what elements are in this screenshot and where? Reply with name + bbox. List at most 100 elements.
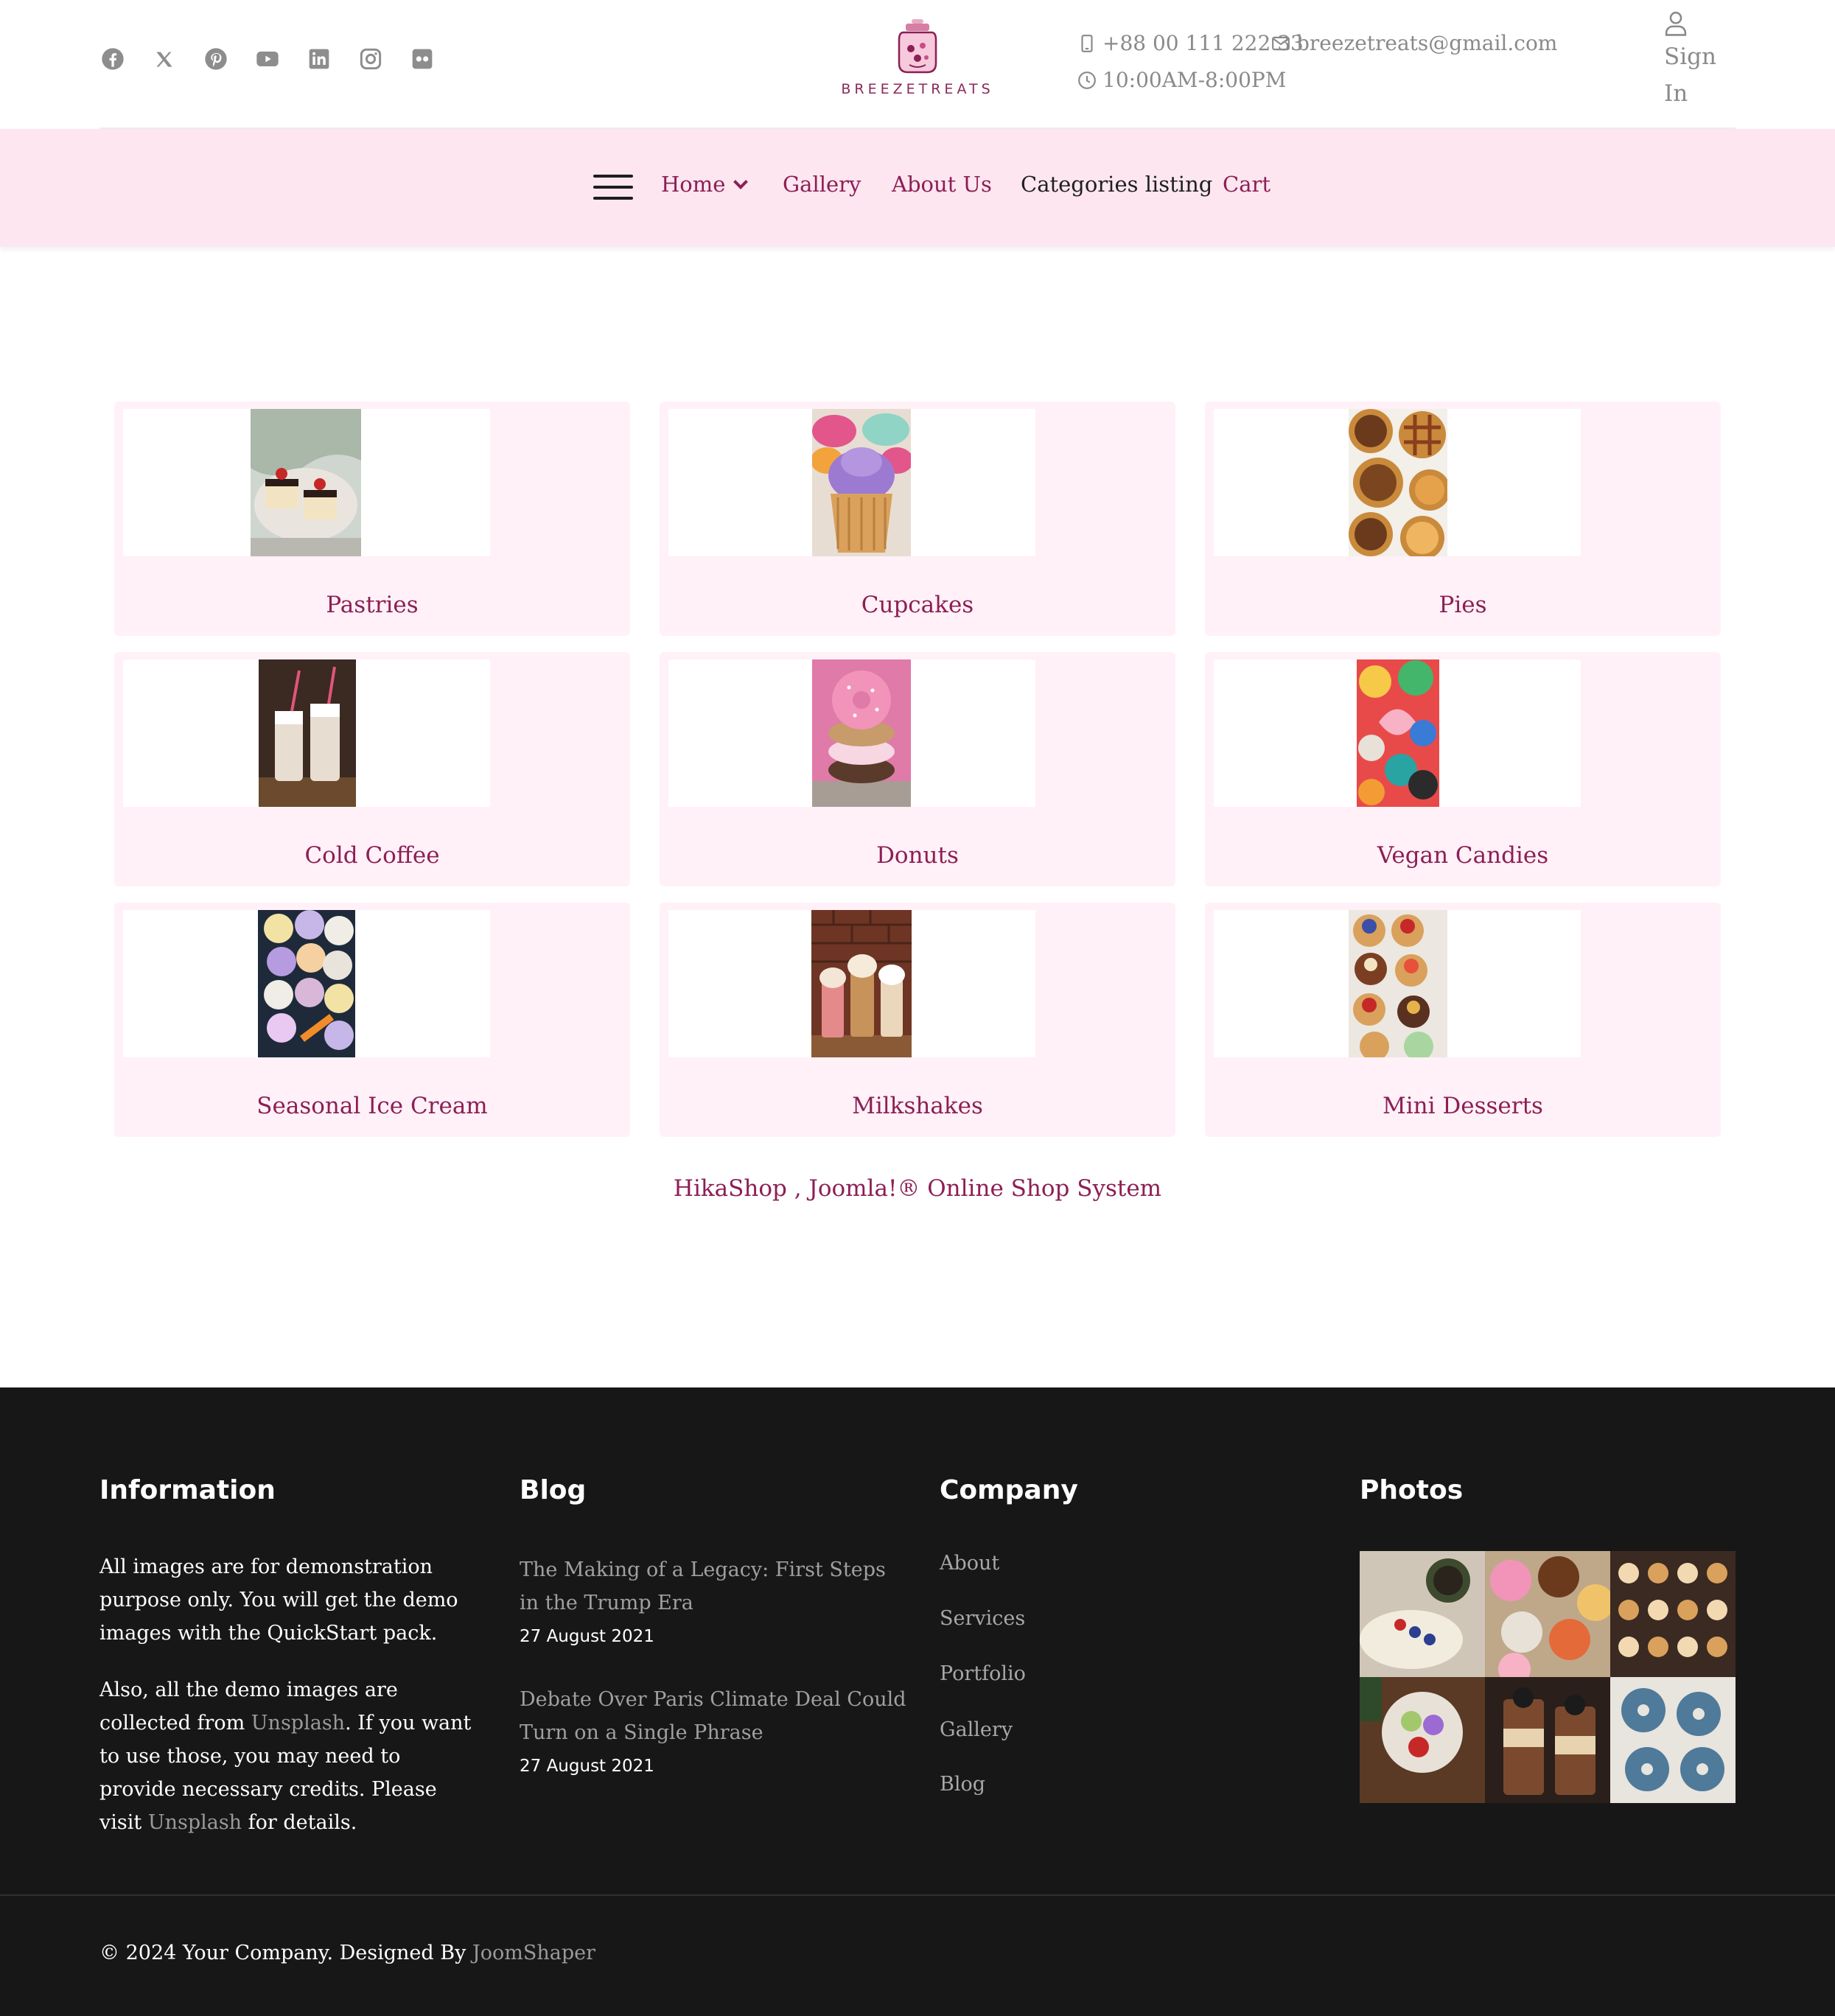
facebook-icon[interactable] — [99, 46, 126, 72]
category-label[interactable]: Seasonal Ice Cream — [114, 1093, 630, 1119]
logo-text: BREEZETREATS — [841, 81, 994, 97]
category-card-cupcakes[interactable]: Cupcakes — [660, 402, 1175, 636]
category-label[interactable]: Cupcakes — [660, 592, 1175, 618]
category-thumb-box — [668, 659, 1035, 807]
blog-post-date: 27 August 2021 — [520, 1627, 654, 1646]
company-link-services[interactable]: Services — [940, 1607, 1025, 1630]
photo-thumb[interactable] — [1610, 1551, 1736, 1677]
footer-information-title: Information — [99, 1475, 276, 1505]
company-link-about[interactable]: About — [940, 1552, 999, 1575]
category-card-pies[interactable]: Pies — [1205, 402, 1721, 636]
email-address: breezetreats@gmail.com — [1296, 31, 1558, 55]
category-card-mini-desserts[interactable]: Mini Desserts — [1205, 903, 1721, 1137]
copyright-text: © 2024 Your Company. Designed By JoomSha… — [99, 1942, 595, 1964]
category-label[interactable]: Donuts — [660, 842, 1175, 869]
pies-image[interactable] — [1349, 409, 1447, 556]
mobile-phone-icon — [1081, 34, 1093, 52]
cold-coffee-image[interactable] — [259, 659, 356, 807]
youtube-icon[interactable] — [254, 46, 281, 72]
hikashop-credit-link[interactable]: HikaShop , Joomla!® Online Shop System — [0, 1175, 1835, 1202]
cookie-jar-logo-icon — [898, 19, 937, 74]
linkedin-icon[interactable] — [306, 46, 332, 72]
footer-divider — [0, 1894, 1835, 1896]
category-card-seasonal-ice-cream[interactable]: Seasonal Ice Cream — [114, 903, 630, 1137]
top-header: BREEZETREATS +88 00 111 222 33 breezetre… — [0, 0, 1835, 129]
photo-thumb[interactable] — [1485, 1551, 1610, 1677]
site-footer: Information Blog Company Photos All imag… — [0, 1387, 1835, 2016]
unsplash-link[interactable]: Unsplash — [148, 1811, 242, 1834]
hamburger-menu-icon[interactable] — [593, 175, 633, 200]
copyright-prefix: © 2024 Your Company. Designed By — [99, 1942, 472, 1964]
photo-thumb[interactable] — [1360, 1551, 1485, 1677]
nav-item-categories-listing[interactable]: Categories listing — [1021, 172, 1212, 197]
blog-post-item: The Making of a Legacy: First Steps in t… — [520, 1553, 910, 1646]
nav-item-gallery[interactable]: Gallery — [783, 172, 861, 197]
footer-company-title: Company — [940, 1475, 1078, 1505]
category-label[interactable]: Mini Desserts — [1205, 1093, 1721, 1119]
opening-hours: 10:00AM-8:00PM — [1102, 68, 1287, 92]
contact-hours: 10:00AM-8:00PM — [1077, 68, 1286, 92]
footer-photo-gallery — [1360, 1551, 1736, 1803]
photo-thumb[interactable] — [1610, 1677, 1736, 1803]
cupcakes-image[interactable] — [812, 409, 911, 556]
photo-thumb[interactable] — [1360, 1677, 1485, 1803]
category-label[interactable]: Milkshakes — [660, 1093, 1175, 1119]
sign-in-label-line2: In — [1664, 80, 1688, 107]
category-label[interactable]: Pastries — [114, 592, 630, 618]
nav-item-cart[interactable]: Cart — [1223, 172, 1270, 197]
joomshaper-link[interactable]: JoomShaper — [472, 1942, 595, 1964]
contact-phone[interactable]: +88 00 111 222 33 — [1077, 31, 1304, 55]
nav-item-home[interactable]: Home — [661, 172, 749, 197]
vegan-candies-image[interactable] — [1357, 659, 1439, 807]
instagram-icon[interactable] — [357, 46, 384, 72]
pastries-image[interactable] — [251, 409, 361, 556]
site-logo[interactable]: BREEZETREATS — [840, 18, 995, 99]
category-card-milkshakes[interactable]: Milkshakes — [660, 903, 1175, 1137]
milkshakes-image[interactable] — [811, 910, 912, 1057]
information-paragraph-2: Also, all the demo images are collected … — [99, 1673, 483, 1839]
category-label[interactable]: Pies — [1205, 592, 1721, 618]
blog-post-date: 27 August 2021 — [520, 1757, 654, 1776]
seasonal-ice-cream-image[interactable] — [258, 910, 355, 1057]
sign-in-link[interactable]: Sign In — [1664, 10, 1730, 112]
envelope-icon — [1272, 36, 1290, 50]
blog-post-title[interactable]: The Making of a Legacy: First Steps in t… — [520, 1553, 910, 1620]
category-label[interactable]: Vegan Candies — [1205, 842, 1721, 869]
category-card-donuts[interactable]: Donuts — [660, 652, 1175, 886]
company-link-gallery[interactable]: Gallery — [940, 1718, 1013, 1741]
company-link-portfolio[interactable]: Portfolio — [940, 1662, 1026, 1685]
blog-post-item: Debate Over Paris Climate Deal Could Tur… — [520, 1683, 910, 1776]
category-thumb-box — [1214, 409, 1581, 556]
clock-icon — [1078, 71, 1096, 89]
photo-thumb[interactable] — [1485, 1677, 1610, 1803]
social-links — [99, 46, 461, 72]
chevron-down-icon — [733, 175, 749, 189]
company-link-blog[interactable]: Blog — [940, 1773, 985, 1796]
flickr-icon[interactable] — [409, 46, 436, 72]
category-card-pastries[interactable]: Pastries — [114, 402, 630, 636]
info-text: for details. — [242, 1811, 357, 1834]
category-label[interactable]: Cold Coffee — [114, 842, 630, 869]
category-thumb-box — [123, 910, 490, 1057]
x-twitter-icon[interactable] — [151, 46, 178, 72]
nav-item-about-us[interactable]: About Us — [892, 172, 992, 197]
category-thumb-box — [123, 409, 490, 556]
category-card-cold-coffee[interactable]: Cold Coffee — [114, 652, 630, 886]
unsplash-link[interactable]: Unsplash — [251, 1712, 345, 1735]
information-paragraph-1: All images are for demonstration purpose… — [99, 1555, 458, 1645]
donuts-image[interactable] — [812, 659, 911, 807]
category-thumb-box — [668, 910, 1035, 1057]
category-thumb-box — [668, 409, 1035, 556]
sign-in-label-line1: Sign — [1664, 43, 1716, 70]
pinterest-icon[interactable] — [203, 46, 229, 72]
mini-desserts-image[interactable] — [1349, 910, 1447, 1057]
main-nav: Home Gallery About Us Categories listing… — [0, 129, 1835, 247]
contact-email[interactable]: breezetreats@gmail.com — [1271, 31, 1557, 55]
footer-photos-title: Photos — [1360, 1475, 1464, 1505]
category-card-vegan-candies[interactable]: Vegan Candies — [1205, 652, 1721, 886]
nav-home-label: Home — [661, 172, 726, 197]
user-icon — [1665, 11, 1687, 36]
category-thumb-box — [1214, 910, 1581, 1057]
blog-post-title[interactable]: Debate Over Paris Climate Deal Could Tur… — [520, 1683, 910, 1749]
category-thumb-box — [123, 659, 490, 807]
